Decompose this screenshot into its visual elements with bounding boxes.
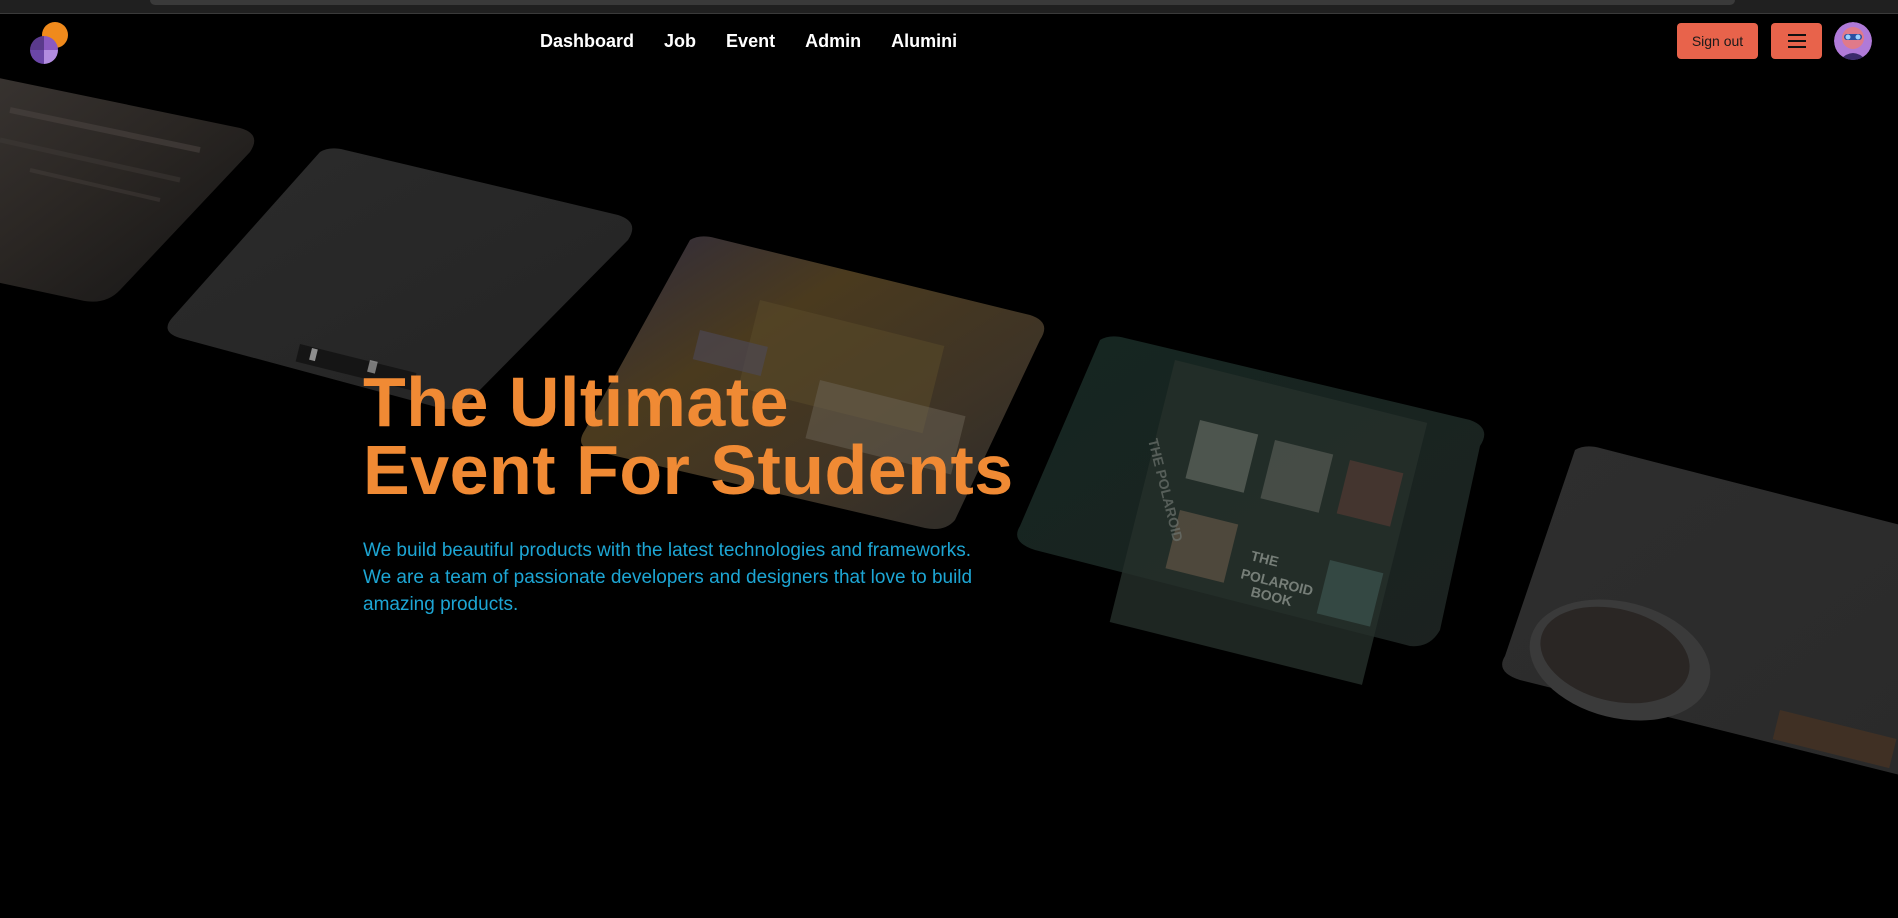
hero-title-line-1: The Ultimate	[363, 363, 790, 441]
app-logo-icon[interactable]	[26, 20, 70, 64]
menu-button[interactable]	[1771, 23, 1822, 59]
gallery-image-1	[0, 78, 255, 302]
hero-description: We build beautiful products with the lat…	[363, 540, 973, 615]
nav-event[interactable]: Event	[726, 31, 775, 52]
gallery-image-4: THE POLAROID BOOK THE POLAROID	[1017, 336, 1485, 685]
hero-title-line-2: Event For Students	[363, 431, 1014, 509]
user-avatar[interactable]	[1834, 22, 1872, 60]
navbar: Dashboard Job Event Admin Alumini Sign o…	[0, 14, 1898, 70]
page: THE POLAROID BOOK THE POLAROID Dashboard…	[0, 0, 1898, 918]
gallery-image-5	[1502, 446, 1898, 775]
hero-title: The Ultimate Event For Students	[363, 363, 1023, 509]
nav-admin[interactable]: Admin	[805, 31, 861, 52]
nav-dashboard[interactable]: Dashboard	[540, 31, 634, 52]
nav-job[interactable]: Job	[664, 31, 696, 52]
sign-out-button[interactable]: Sign out	[1677, 23, 1758, 59]
main-nav: Dashboard Job Event Admin Alumini	[540, 31, 957, 52]
hamburger-icon	[1787, 34, 1806, 48]
nav-alumini[interactable]: Alumini	[891, 31, 957, 52]
hero-section: The Ultimate Event For Students We build…	[363, 363, 1023, 618]
